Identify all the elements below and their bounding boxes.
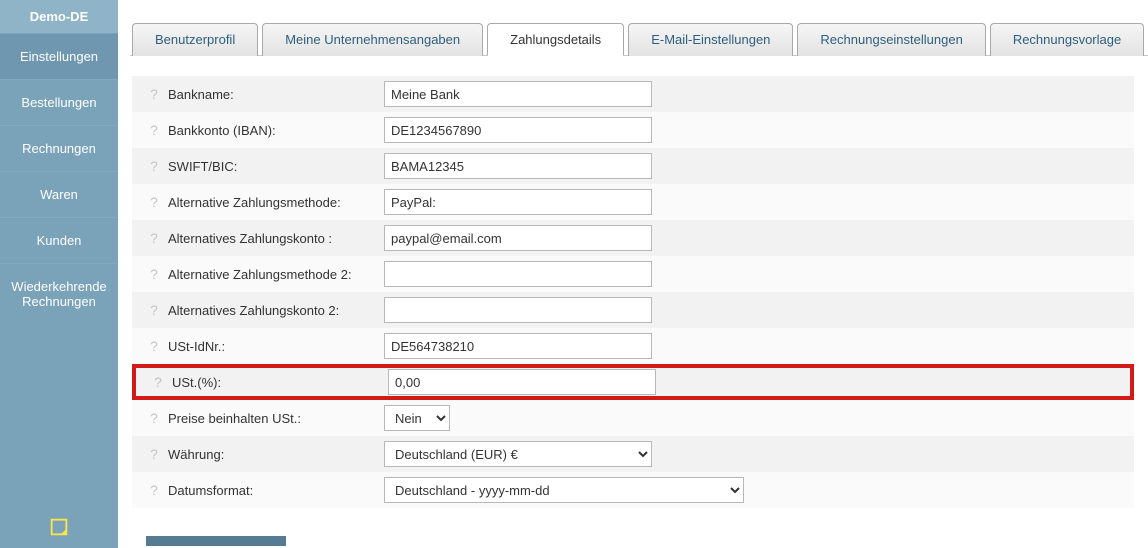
tab-unternehmensangaben[interactable]: Meine Unternehmensangaben xyxy=(262,23,483,56)
input-ustid[interactable] xyxy=(384,333,652,359)
help-icon[interactable]: ? xyxy=(146,266,162,282)
label-altacc2: Alternatives Zahlungskonto 2: xyxy=(168,303,339,318)
tab-email-einstellungen[interactable]: E-Mail-Einstellungen xyxy=(628,23,793,56)
select-incvat[interactable]: Nein xyxy=(384,405,450,431)
tab-rechnungsvorlage[interactable]: Rechnungsvorlage xyxy=(990,23,1144,56)
tab-benutzerprofil[interactable]: Benutzerprofil xyxy=(132,23,258,56)
row-altacc1: ? Alternatives Zahlungskonto : xyxy=(132,220,1134,256)
main: Benutzerprofil Meine Unternehmensangaben… xyxy=(118,0,1148,548)
help-icon[interactable]: ? xyxy=(146,482,162,498)
help-icon[interactable]: ? xyxy=(146,446,162,462)
tabs: Benutzerprofil Meine Unternehmensangaben… xyxy=(130,22,1148,56)
label-incvat: Preise beinhalten USt.: xyxy=(168,411,301,426)
help-icon[interactable]: ? xyxy=(146,302,162,318)
label-ustpct: USt.(%): xyxy=(172,375,221,390)
label-altpay1: Alternative Zahlungsmethode: xyxy=(168,195,341,210)
label-altpay2: Alternative Zahlungsmethode 2: xyxy=(168,267,352,282)
help-icon[interactable]: ? xyxy=(146,230,162,246)
form-rows: ? Bankname: ? Bankkonto (IBAN): ? SWIFT/BIC… xyxy=(132,76,1134,508)
input-ustpct[interactable] xyxy=(388,369,656,395)
tab-rechnungseinstellungen[interactable]: Rechnungseinstellungen xyxy=(797,23,985,56)
row-currency: ? Währung: Deutschland (EUR) € xyxy=(132,436,1134,472)
note-icon xyxy=(48,516,70,538)
sidebar-item-bestellungen[interactable]: Bestellungen xyxy=(0,79,118,125)
help-icon[interactable]: ? xyxy=(146,410,162,426)
row-altpay2: ? Alternative Zahlungsmethode 2: xyxy=(132,256,1134,292)
sidebar-item-einstellungen[interactable]: Einstellungen xyxy=(0,33,118,79)
tab-zahlungsdetails[interactable]: Zahlungsdetails xyxy=(487,23,624,56)
sidebar: Demo-DE Einstellungen Bestellungen Rechn… xyxy=(0,0,118,548)
label-iban: Bankkonto (IBAN): xyxy=(168,123,276,138)
help-icon[interactable]: ? xyxy=(146,338,162,354)
input-bankname[interactable] xyxy=(384,81,652,107)
input-altacc2[interactable] xyxy=(384,297,652,323)
row-ustpct: ? USt.(%): xyxy=(132,364,1134,400)
label-bankname: Bankname: xyxy=(168,87,234,102)
input-altpay1[interactable] xyxy=(384,189,652,215)
row-bankname: ? Bankname: xyxy=(132,76,1134,112)
label-dateformat: Datumsformat: xyxy=(168,483,253,498)
label-currency: Währung: xyxy=(168,447,224,462)
row-altacc2: ? Alternatives Zahlungskonto 2: xyxy=(132,292,1134,328)
help-icon[interactable]: ? xyxy=(146,158,162,174)
row-iban: ? Bankkonto (IBAN): xyxy=(132,112,1134,148)
sidebar-item-rechnungen[interactable]: Rechnungen xyxy=(0,125,118,171)
help-icon[interactable]: ? xyxy=(150,374,166,390)
row-swift: ? SWIFT/BIC: xyxy=(132,148,1134,184)
input-altacc1[interactable] xyxy=(384,225,652,251)
row-altpay1: ? Alternative Zahlungsmethode: xyxy=(132,184,1134,220)
input-iban[interactable] xyxy=(384,117,652,143)
help-icon[interactable]: ? xyxy=(146,122,162,138)
sidebar-item-wiederkehrende[interactable]: Wiederkehrende Rechnungen xyxy=(0,263,118,324)
sidebar-item-waren[interactable]: Waren xyxy=(0,171,118,217)
input-altpay2[interactable] xyxy=(384,261,652,287)
sidebar-bottom-icon[interactable] xyxy=(0,506,118,548)
row-dateformat: ? Datumsformat: Deutschland - yyyy-mm-dd xyxy=(132,472,1134,508)
help-icon[interactable]: ? xyxy=(146,194,162,210)
sidebar-item-kunden[interactable]: Kunden xyxy=(0,217,118,263)
label-altacc1: Alternatives Zahlungskonto : xyxy=(168,231,332,246)
input-swift[interactable] xyxy=(384,153,652,179)
save-button[interactable] xyxy=(146,536,286,546)
row-incvat: ? Preise beinhalten USt.: Nein xyxy=(132,400,1134,436)
row-ustid: ? USt-IdNr.: xyxy=(132,328,1134,364)
help-icon[interactable]: ? xyxy=(146,86,162,102)
brand: Demo-DE xyxy=(0,0,118,33)
label-swift: SWIFT/BIC: xyxy=(168,159,237,174)
select-currency[interactable]: Deutschland (EUR) € xyxy=(384,441,652,467)
label-ustid: USt-IdNr.: xyxy=(168,339,225,354)
select-dateformat[interactable]: Deutschland - yyyy-mm-dd xyxy=(384,477,744,503)
